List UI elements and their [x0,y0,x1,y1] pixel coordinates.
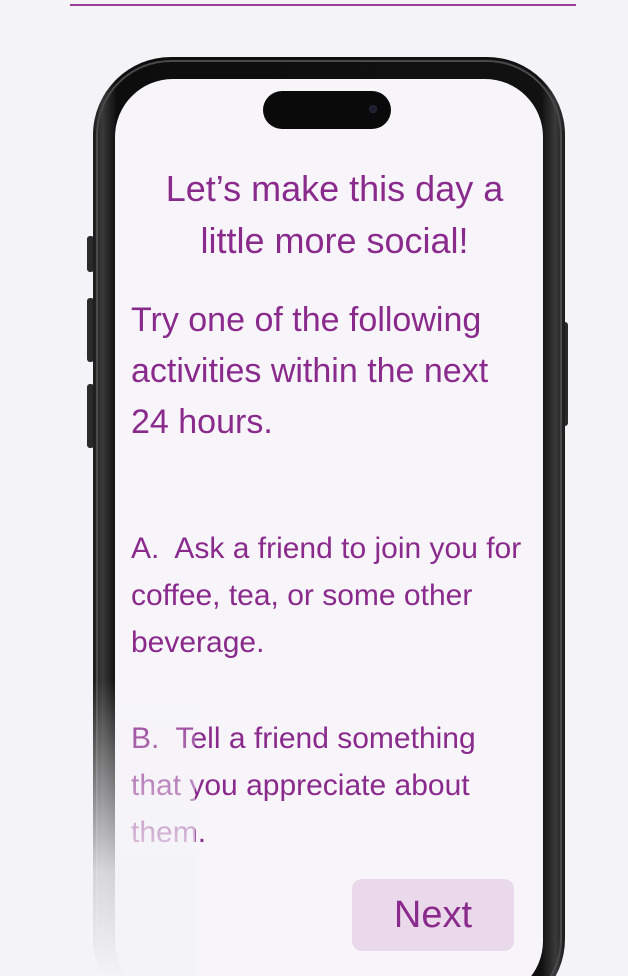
activity-a-text: Ask a friend to join you for coffee, tea… [131,532,522,659]
top-divider [70,4,576,6]
page: Let’s make this day a little more social… [0,0,628,976]
activity-b-text: Tell a friend something that you appreci… [131,722,476,849]
headline: Let’s make this day a little more social… [165,168,504,261]
activity-a-label: A. [131,532,160,565]
next-button[interactable]: Next [352,879,514,951]
phone-screen: Let’s make this day a little more social… [115,79,543,976]
instruction-text: Try one of the following activities with… [131,301,489,441]
front-camera-icon [369,105,377,113]
activity-b: B. Tell a friend something that you appr… [131,715,531,856]
activity-b-label: B. [131,722,160,755]
activity-a: A. Ask a friend to join you for coffee, … [131,525,531,666]
dynamic-island [263,91,391,129]
